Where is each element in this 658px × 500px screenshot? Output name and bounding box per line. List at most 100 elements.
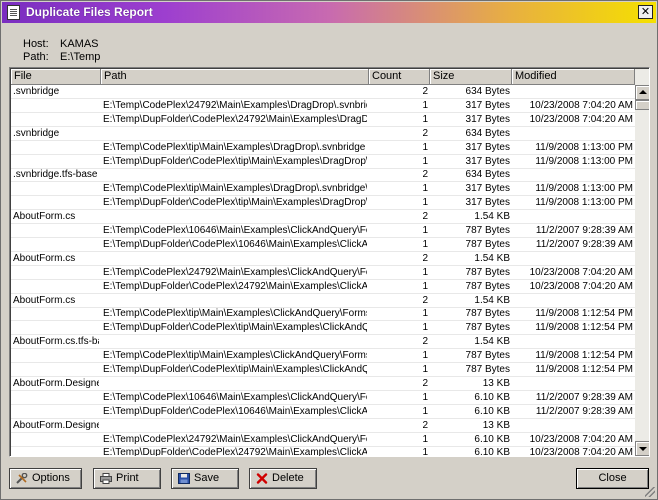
count-cell: 1 bbox=[422, 141, 428, 153]
file-cell: AboutForm.cs bbox=[13, 211, 76, 223]
modified-cell: 11/9/2008 1:12:54 PM bbox=[535, 308, 633, 320]
size-cell: 634 Bytes bbox=[465, 169, 510, 181]
column-header-count[interactable]: Count bbox=[369, 69, 430, 85]
modified-cell: 11/2/2007 9:28:39 AM bbox=[535, 405, 633, 417]
path-cell: E:\Temp\DupFolder\CodePlex\tip\Main\Exam… bbox=[103, 197, 367, 209]
path-cell: E:\Temp\DupFolder\CodePlex\10646\Main\Ex… bbox=[103, 405, 367, 417]
modified-cell: 10/23/2008 7:04:20 AM bbox=[529, 447, 633, 457]
group-row[interactable]: AboutForm.Designe... 2 13 KB bbox=[11, 419, 635, 433]
file-row[interactable]: E:\Temp\DupFolder\CodePlex\24792\Main\Ex… bbox=[11, 446, 635, 457]
scroll-up-icon[interactable] bbox=[635, 85, 649, 100]
path-cell: E:\Temp\DupFolder\CodePlex\24792\Main\Ex… bbox=[103, 113, 367, 125]
size-cell: 6.10 KB bbox=[474, 391, 510, 403]
count-cell: 1 bbox=[422, 183, 428, 195]
file-row[interactable]: E:\Temp\DupFolder\CodePlex\tip\Main\Exam… bbox=[11, 321, 635, 336]
count-cell: 1 bbox=[422, 350, 428, 362]
column-header-file[interactable]: File bbox=[11, 69, 101, 85]
scroll-thumb[interactable] bbox=[635, 100, 649, 110]
size-cell: 1.54 KB bbox=[474, 252, 510, 264]
group-row[interactable]: .svnbridge.tfs-base 2 634 Bytes bbox=[11, 168, 635, 183]
count-cell: 1 bbox=[422, 447, 428, 457]
group-row[interactable]: AboutForm.cs 2 1.54 KB bbox=[11, 210, 635, 225]
file-row[interactable]: E:\Temp\DupFolder\CodePlex\24792\Main\Ex… bbox=[11, 113, 635, 127]
print-label: Print bbox=[116, 472, 139, 484]
vertical-scrollbar[interactable] bbox=[635, 69, 649, 456]
print-button[interactable]: Print bbox=[93, 468, 161, 489]
group-row[interactable]: AboutForm.cs.tfs-ba... 2 1.54 KB bbox=[11, 335, 635, 350]
close-button[interactable]: Close bbox=[576, 468, 649, 489]
path-cell: E:\Temp\CodePlex\10646\Main\Examples\Cli… bbox=[103, 391, 367, 403]
size-cell: 6.10 KB bbox=[474, 405, 510, 417]
delete-button[interactable]: Delete bbox=[249, 468, 317, 489]
path-cell: E:\Temp\CodePlex\10646\Main\Examples\Cli… bbox=[103, 225, 367, 236]
file-cell: .svnbridge bbox=[13, 127, 60, 139]
size-cell: 13 KB bbox=[482, 377, 510, 389]
file-row[interactable]: E:\Temp\DupFolder\CodePlex\tip\Main\Exam… bbox=[11, 196, 635, 211]
group-row[interactable]: AboutForm.cs 2 1.54 KB bbox=[11, 294, 635, 308]
file-cell: AboutForm.cs.tfs-ba... bbox=[13, 336, 99, 348]
size-cell: 787 Bytes bbox=[465, 238, 510, 250]
size-cell: 1.54 KB bbox=[474, 336, 510, 348]
modified-cell: 10/23/2008 7:04:20 AM bbox=[529, 266, 633, 278]
count-cell: 2 bbox=[422, 419, 428, 431]
file-row[interactable]: E:\Temp\DupFolder\CodePlex\10646\Main\Ex… bbox=[11, 238, 635, 252]
close-window-icon[interactable]: ✕ bbox=[638, 5, 653, 19]
file-row[interactable]: E:\Temp\CodePlex\tip\Main\Examples\Click… bbox=[11, 307, 635, 322]
file-row[interactable]: E:\Temp\CodePlex\24792\Main\Examples\Cli… bbox=[11, 433, 635, 447]
file-cell: .svnbridge.tfs-base bbox=[13, 169, 98, 181]
count-cell: 1 bbox=[422, 225, 428, 236]
file-row[interactable]: E:\Temp\DupFolder\CodePlex\10646\Main\Ex… bbox=[11, 405, 635, 419]
count-cell: 1 bbox=[422, 197, 428, 209]
path-cell: E:\Temp\DupFolder\CodePlex\24792\Main\Ex… bbox=[103, 280, 367, 292]
count-cell: 1 bbox=[422, 113, 428, 125]
group-row[interactable]: .svnbridge 2 634 Bytes bbox=[11, 85, 635, 99]
scroll-down-icon[interactable] bbox=[635, 441, 649, 456]
group-row[interactable]: AboutForm.Designe... 2 13 KB bbox=[11, 377, 635, 391]
size-cell: 1.54 KB bbox=[474, 294, 510, 306]
size-cell: 634 Bytes bbox=[465, 127, 510, 139]
size-cell: 317 Bytes bbox=[465, 99, 510, 111]
modified-cell: 10/23/2008 7:04:20 AM bbox=[529, 113, 633, 125]
file-row[interactable]: E:\Temp\CodePlex\tip\Main\Examples\Click… bbox=[11, 349, 635, 364]
path-cell: E:\Temp\DupFolder\CodePlex\tip\Main\Exam… bbox=[103, 155, 367, 167]
size-cell: 634 Bytes bbox=[465, 86, 510, 97]
options-button[interactable]: Options bbox=[9, 468, 82, 489]
modified-cell: 11/9/2008 1:13:00 PM bbox=[535, 183, 633, 195]
size-cell: 787 Bytes bbox=[465, 322, 510, 334]
count-cell: 1 bbox=[422, 433, 428, 445]
close-label: Close bbox=[598, 472, 627, 484]
column-header-path[interactable]: Path bbox=[101, 69, 369, 85]
report-document-icon bbox=[7, 5, 20, 20]
size-cell: 787 Bytes bbox=[465, 280, 510, 292]
file-cell: AboutForm.Designe... bbox=[13, 419, 99, 431]
file-row[interactable]: E:\Temp\DupFolder\CodePlex\tip\Main\Exam… bbox=[11, 155, 635, 169]
file-row[interactable]: E:\Temp\CodePlex\10646\Main\Examples\Cli… bbox=[11, 391, 635, 405]
count-cell: 2 bbox=[422, 336, 428, 348]
column-header-modified[interactable]: Modified bbox=[512, 69, 635, 85]
save-button[interactable]: Save bbox=[171, 468, 239, 489]
size-cell: 317 Bytes bbox=[465, 141, 510, 153]
column-header-size[interactable]: Size bbox=[430, 69, 512, 85]
file-row[interactable]: E:\Temp\CodePlex\tip\Main\Examples\DragD… bbox=[11, 141, 635, 155]
group-row[interactable]: AboutForm.cs 2 1.54 KB bbox=[11, 252, 635, 266]
path-cell: E:\Temp\CodePlex\tip\Main\Examples\Click… bbox=[103, 308, 367, 320]
path-cell: E:\Temp\DupFolder\CodePlex\tip\Main\Exam… bbox=[103, 322, 367, 334]
file-row[interactable]: E:\Temp\CodePlex\tip\Main\Examples\DragD… bbox=[11, 182, 635, 197]
title-bar[interactable]: Duplicate Files Report ✕ bbox=[2, 2, 656, 23]
file-row[interactable]: E:\Temp\CodePlex\24792\Main\Examples\Cli… bbox=[11, 266, 635, 280]
group-row[interactable]: .svnbridge 2 634 Bytes bbox=[11, 127, 635, 141]
size-cell: 6.10 KB bbox=[474, 433, 510, 445]
count-cell: 1 bbox=[422, 238, 428, 250]
duplicate-files-list[interactable]: File Path Count Size Modified .svnbridge… bbox=[9, 67, 650, 457]
file-row[interactable]: E:\Temp\DupFolder\CodePlex\24792\Main\Ex… bbox=[11, 280, 635, 294]
path-cell: E:\Temp\CodePlex\24792\Main\Examples\Cli… bbox=[103, 266, 367, 278]
size-cell: 317 Bytes bbox=[465, 183, 510, 195]
modified-cell: 11/9/2008 1:12:54 PM bbox=[535, 364, 633, 375]
size-cell: 317 Bytes bbox=[465, 155, 510, 167]
count-cell: 1 bbox=[422, 308, 428, 320]
modified-cell: 10/23/2008 7:04:20 AM bbox=[529, 99, 633, 111]
resize-grip[interactable] bbox=[645, 487, 655, 497]
file-row[interactable]: E:\Temp\DupFolder\CodePlex\tip\Main\Exam… bbox=[11, 363, 635, 377]
file-row[interactable]: E:\Temp\CodePlex\10646\Main\Examples\Cli… bbox=[11, 224, 635, 238]
file-row[interactable]: E:\Temp\CodePlex\24792\Main\Examples\Dra… bbox=[11, 99, 635, 113]
